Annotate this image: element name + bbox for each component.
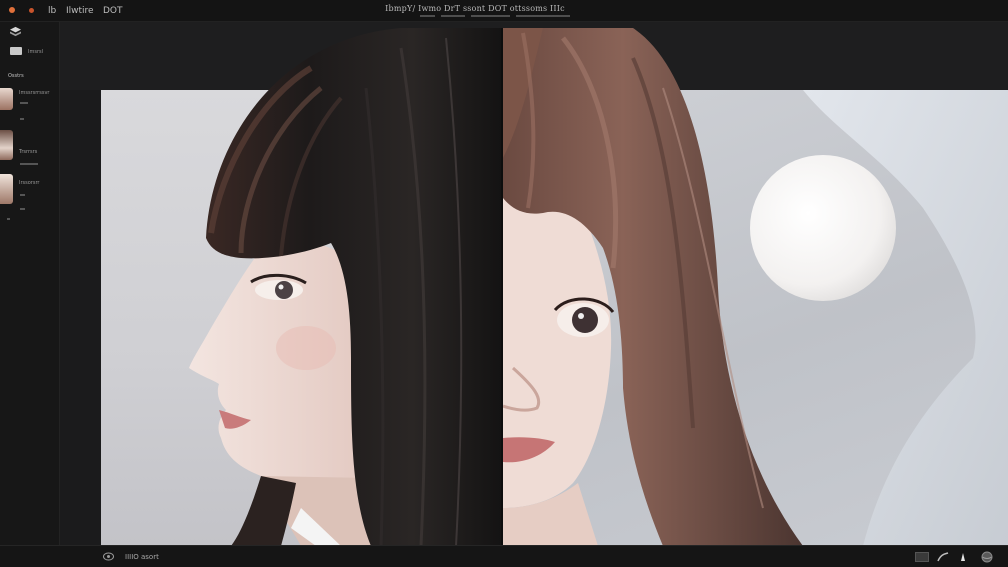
sidebar-item-label[interactable]: Irssorsrr	[19, 180, 39, 186]
sidebar-line	[7, 218, 10, 220]
split-divider[interactable]	[501, 28, 503, 546]
minimize-dot-icon[interactable]	[29, 8, 34, 13]
window-subtitle-bar	[420, 15, 570, 17]
close-dot-icon[interactable]	[9, 7, 15, 13]
status-bar: IIIIO asort	[0, 545, 1008, 567]
image-canvas[interactable]	[101, 28, 1008, 546]
rectangle-icon[interactable]	[915, 552, 929, 562]
sidebar-line	[20, 194, 25, 196]
pen-icon[interactable]	[960, 552, 966, 562]
thumbnail-1[interactable]	[0, 88, 13, 110]
status-text: IIIIO asort	[125, 553, 159, 561]
portrait-front-image	[503, 28, 1008, 546]
sphere-icon[interactable]	[981, 551, 993, 563]
sidebar-item-label[interactable]: Imsrsl	[28, 49, 43, 55]
eye-icon[interactable]	[103, 552, 114, 561]
menu-item-1[interactable]: lb	[48, 6, 56, 16]
thumbnail-2[interactable]	[0, 130, 13, 160]
sidebar-line	[20, 208, 25, 210]
sidebar-item-label[interactable]: Imssrsrrssvr	[19, 90, 49, 96]
menu-item-3[interactable]: DOT	[103, 6, 123, 16]
sidebar-line	[20, 163, 38, 165]
window-title: IbmpY/ Iwmo DrT ssont DOT ottssoms IIIc	[385, 4, 565, 13]
layer-stack-icon[interactable]	[9, 26, 22, 37]
sidebar: Imsrsl Osstrs Imssrsrrssvr Trsrrsrs Irss…	[0, 22, 60, 545]
sidebar-item-label[interactable]: Trsrrsrs	[19, 149, 37, 155]
sidebar-line	[20, 118, 24, 120]
title-bar: lb Ilwtire DOT IbmpY/ Iwmo DrT ssont DOT…	[0, 0, 1008, 22]
sidebar-line	[20, 102, 28, 104]
portrait-profile-image	[189, 28, 501, 546]
sidebar-section-label[interactable]: Osstrs	[8, 73, 24, 79]
thumbnail-3[interactable]	[0, 174, 13, 204]
menu-item-2[interactable]: Ilwtire	[66, 6, 94, 16]
folder-icon[interactable]	[10, 45, 22, 55]
curve-tool-icon[interactable]	[937, 552, 949, 562]
